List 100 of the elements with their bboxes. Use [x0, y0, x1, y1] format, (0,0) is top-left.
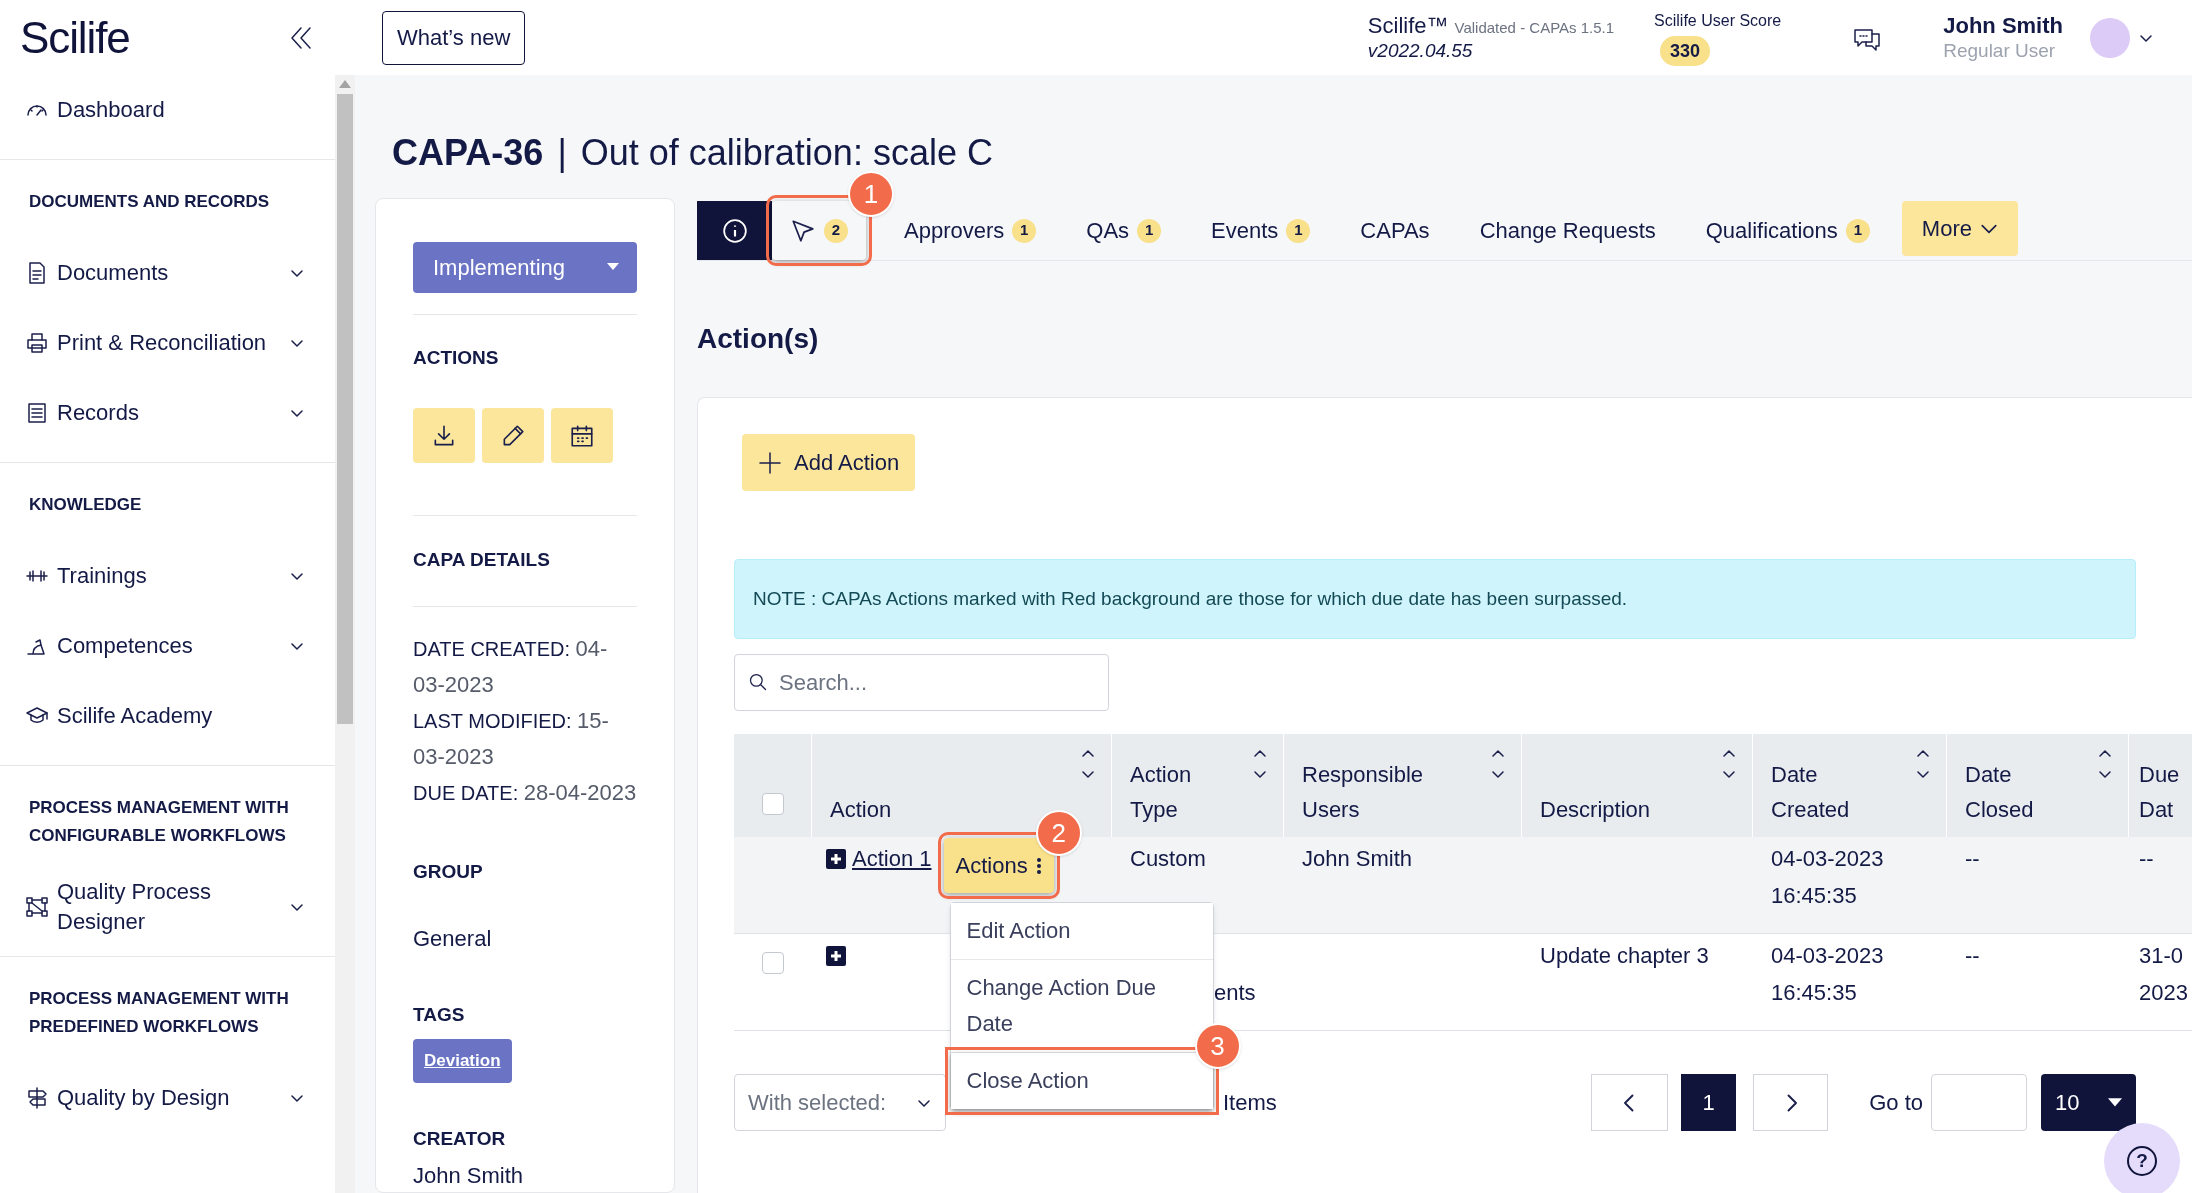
kebab-icon: [1035, 855, 1042, 876]
group-value: General: [413, 925, 493, 953]
cursor-icon: [790, 217, 816, 244]
action-link[interactable]: Action 1: [852, 840, 932, 877]
sort-icon[interactable]: [1253, 748, 1267, 780]
page-size-select[interactable]: 10: [2041, 1074, 2136, 1131]
sidebar-item[interactable]: Quality Process Designer: [0, 872, 335, 942]
detail-field: DUE DATE: 28-04-2023: [413, 774, 637, 811]
icon-button[interactable]: [482, 408, 544, 463]
page-button[interactable]: 1: [1681, 1074, 1737, 1131]
expand-icon[interactable]: [826, 849, 846, 869]
count-badge: 1: [1286, 218, 1311, 243]
table-cell-text: --: [1965, 845, 1980, 873]
checkbox[interactable]: [761, 793, 784, 815]
callout-badge: 1: [848, 171, 894, 217]
tab[interactable]: Change Requests: [1461, 201, 1674, 260]
column-header[interactable]: Action Type: [1130, 757, 1210, 827]
sort-icon[interactable]: [1722, 748, 1736, 780]
section-heading: CREATOR: [413, 1126, 507, 1151]
sidebar-item[interactable]: Records: [0, 378, 335, 448]
tab[interactable]: QAs 1: [1068, 201, 1180, 260]
table-cell-text: ents: [1214, 979, 1256, 1007]
column-header[interactable]: Date Closed: [1965, 757, 2045, 827]
section-title: Action(s): [697, 323, 820, 355]
signpost-icon: [25, 1086, 49, 1110]
goto-input[interactable]: [1931, 1074, 2027, 1131]
caret-icon: [607, 263, 619, 272]
table-cell-text: John Smith: [1302, 845, 1413, 873]
user-name: John Smith: [1943, 11, 2063, 40]
column-header[interactable]: Due Dat: [2139, 757, 2187, 827]
section-heading: ACTIONS: [413, 345, 500, 370]
column-header[interactable]: Responsible Users: [1302, 757, 1422, 827]
column-header[interactable]: Date Created: [1771, 757, 1861, 827]
sidebar-item[interactable]: Quality by Design: [0, 1063, 335, 1133]
bulk-action-select[interactable]: With selected:: [734, 1074, 946, 1131]
icon-button[interactable]: [413, 408, 475, 463]
validation-status: Validated - CAPAs 1.5.1: [1454, 18, 1615, 38]
whats-new-button[interactable]: What’s new: [382, 10, 526, 65]
items-count: Items: [1223, 1089, 1277, 1117]
column-header[interactable]: Description: [1540, 792, 1651, 827]
sidebar-item[interactable]: Trainings: [0, 541, 335, 611]
sort-icon[interactable]: [2098, 748, 2112, 780]
score-badge: 330: [1660, 36, 1711, 66]
capa-title: Out of calibration: scale C: [580, 133, 993, 173]
calendar-icon: [569, 422, 595, 449]
plus-icon: [758, 450, 782, 475]
section-heading: CAPA DETAILS: [413, 548, 551, 572]
sort-icon[interactable]: [1916, 748, 1930, 780]
expand-icon[interactable]: [826, 946, 846, 966]
table-cell-text: Update chapter 3: [1540, 942, 1709, 970]
tag[interactable]: Deviation: [413, 1038, 512, 1083]
product-name: Scilife™: [1367, 11, 1449, 40]
more-button[interactable]: More: [1901, 201, 2018, 256]
table-cell-text: --: [2139, 845, 2154, 873]
user-role: Regular User: [1943, 39, 2057, 64]
count-badge: 1: [1137, 218, 1162, 243]
nodes-icon: [25, 895, 49, 919]
menu-item[interactable]: Edit Action: [950, 903, 1213, 960]
scrollbar-thumb[interactable]: [337, 94, 353, 724]
sort-icon[interactable]: [1491, 748, 1505, 780]
info-icon: [721, 217, 748, 244]
score-label: Scilife User Score: [1654, 11, 1782, 31]
creator-name: John Smith: [413, 1162, 525, 1190]
sidebar-item[interactable]: Scilife Academy: [0, 681, 335, 751]
table-cell-text: 31-0 2023: [2139, 942, 2187, 1007]
printer-icon: [25, 331, 49, 355]
logo[interactable]: Scilife: [20, 4, 130, 71]
tab[interactable]: CAPAs: [1342, 201, 1448, 260]
table-cell-text: --: [1965, 942, 1980, 970]
count-badge: 2: [824, 218, 848, 243]
tab[interactable]: [697, 201, 772, 260]
table-cell-text: 04-03-2023 16:45:35: [1771, 845, 1885, 910]
count-badge: 1: [1845, 218, 1870, 243]
icon-button[interactable]: [551, 408, 613, 463]
section-heading: PROCESS MANAGEMENT WITH CONFIGURABLE WORKFLOWS: [28, 797, 290, 847]
section-heading: DOCUMENTS AND RECORDS: [28, 191, 271, 213]
sort-icon[interactable]: [1081, 748, 1095, 780]
capa-id: CAPA-36: [392, 133, 544, 173]
sidebar-item[interactable]: Dashboard: [0, 75, 335, 145]
tab[interactable]: Events 1: [1193, 201, 1329, 260]
search-field[interactable]: Search...: [734, 654, 1109, 711]
tab[interactable]: Qualifications 1: [1687, 201, 1888, 260]
table-cell-text: Custom: [1130, 845, 1206, 873]
sidebar-item[interactable]: Competences: [0, 611, 335, 681]
status-dropdown[interactable]: Implementing: [413, 242, 637, 293]
checkbox[interactable]: [762, 952, 784, 974]
version-text: v2022.04.55: [1367, 39, 1474, 64]
title-separator: |: [557, 133, 567, 173]
column-header[interactable]: Action: [830, 792, 892, 827]
section-heading: GROUP: [413, 859, 484, 884]
detail-field: LAST MODIFIED: 15-03-2023: [413, 702, 637, 775]
sidebar-item[interactable]: Print & Reconciliation: [0, 308, 335, 378]
section-heading: TAGS: [413, 1003, 466, 1027]
list-icon: [25, 401, 49, 425]
table-cell-text: 04-03-2023 16:45:35: [1771, 942, 1885, 1007]
detail-field: DATE CREATED: 04-03-2023: [413, 630, 637, 703]
sidebar-item[interactable]: Documents: [0, 238, 335, 308]
add-action-button[interactable]: Add Action: [742, 434, 916, 491]
count-badge: 1: [1012, 218, 1037, 243]
search-icon: [748, 672, 768, 692]
